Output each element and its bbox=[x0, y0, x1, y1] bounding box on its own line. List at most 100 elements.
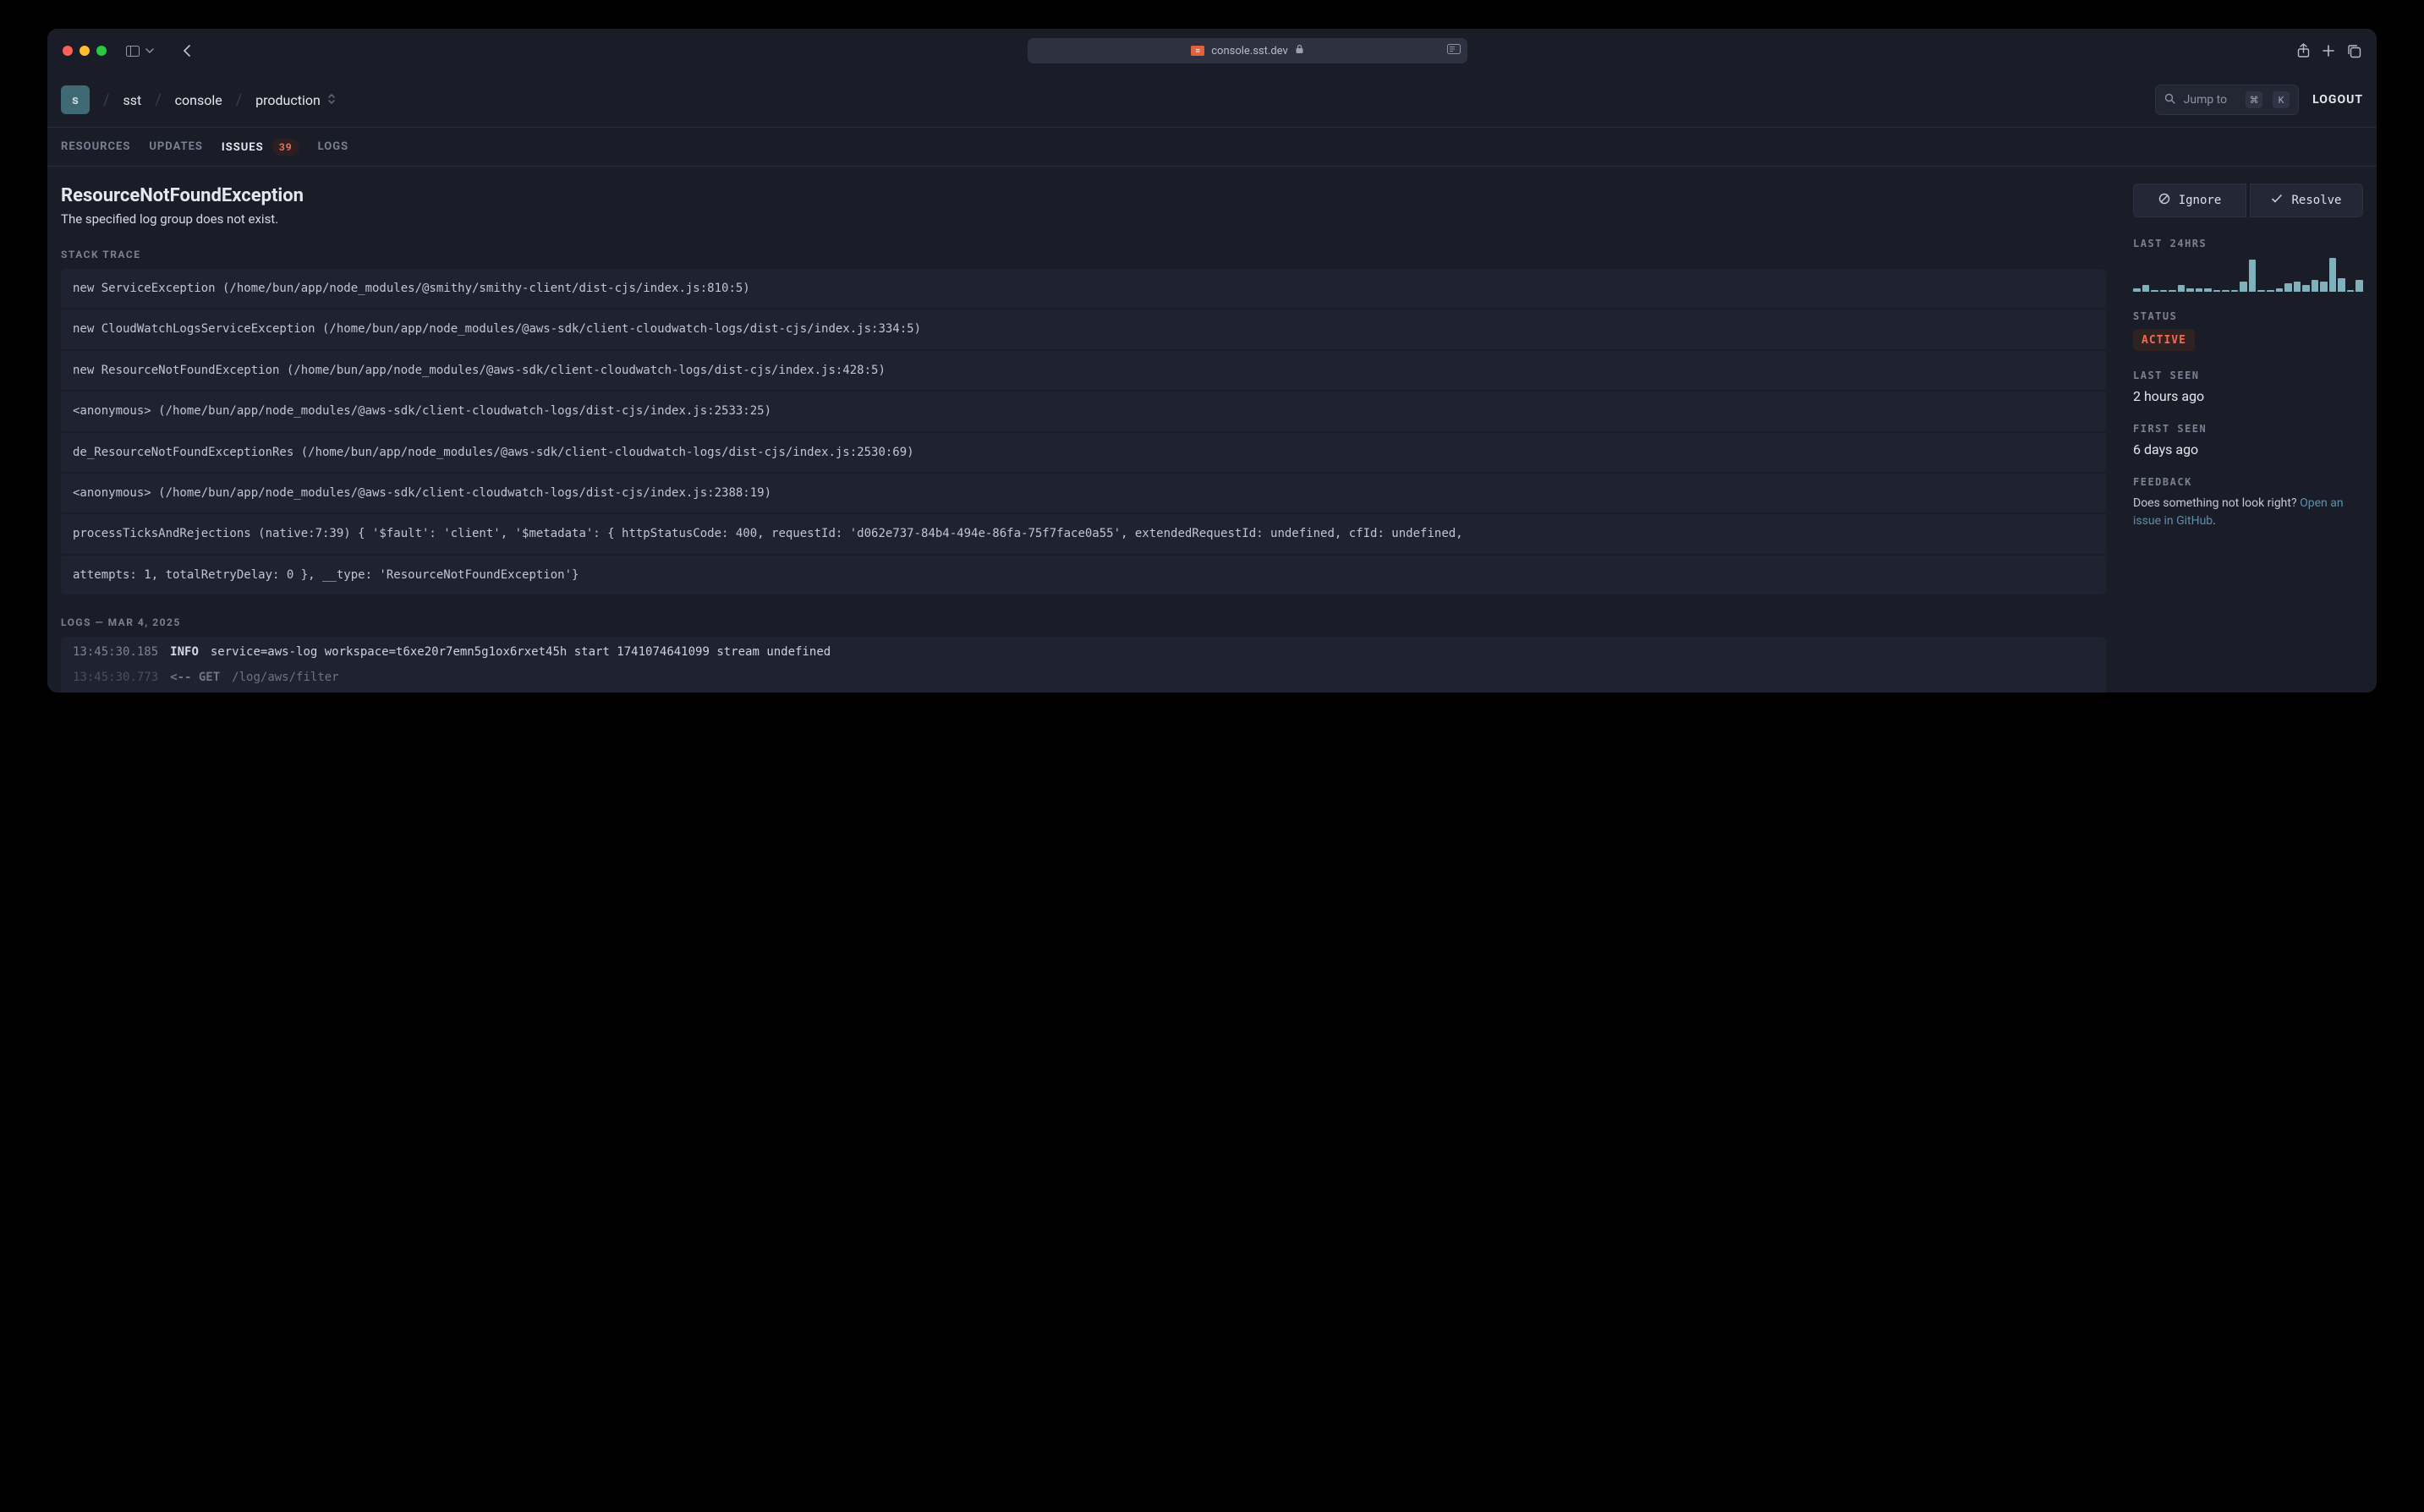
kbd-cmd: ⌘ bbox=[2246, 91, 2262, 108]
tabs-overview-icon[interactable] bbox=[2347, 44, 2361, 58]
log-line: 13:45:30.185 INFO service=aws-log workspac… bbox=[73, 645, 2094, 659]
crumb-sep: / bbox=[103, 91, 109, 109]
back-icon[interactable] bbox=[176, 40, 198, 62]
first-seen-label: FIRST SEEN bbox=[2133, 423, 2363, 435]
resolve-button[interactable]: Resolve bbox=[2250, 184, 2363, 217]
share-icon[interactable] bbox=[2297, 43, 2310, 58]
last24-sparkline bbox=[2133, 256, 2363, 292]
side-panel: Ignore Resolve LAST 24HRS STATUS AC bbox=[2120, 167, 2377, 693]
tab-issues[interactable]: ISSUES 39 bbox=[222, 139, 299, 156]
logs-block: 13:45:30.185 INFO service=aws-log workspac… bbox=[61, 637, 2106, 693]
status-badge: ACTIVE bbox=[2133, 329, 2195, 351]
stack-trace-row[interactable]: <anonymous> (/home/bun/app/node_modules/… bbox=[61, 392, 2106, 430]
spark-bar bbox=[2284, 283, 2292, 292]
spark-bar bbox=[2142, 285, 2150, 292]
tab-resources[interactable]: RESOURCES bbox=[61, 140, 130, 153]
spark-bar bbox=[2178, 285, 2185, 292]
spark-bar bbox=[2355, 280, 2363, 292]
traffic-lights bbox=[63, 46, 107, 56]
spark-bar bbox=[2240, 282, 2247, 292]
chevron-updown-icon bbox=[327, 93, 336, 107]
spark-bar bbox=[2338, 278, 2345, 292]
log-timestamp: 13:45:30.773 bbox=[73, 671, 158, 684]
ignore-button[interactable]: Ignore bbox=[2133, 184, 2246, 217]
stack-trace-row[interactable]: attempts: 1, totalRetryDelay: 0 }, __typ… bbox=[61, 556, 2106, 594]
log-line: 13:45:30.773 <-- GET/log/aws/filter bbox=[73, 671, 2094, 684]
spark-bar bbox=[2160, 290, 2168, 292]
feedback-text: Does something not look right? Open an i… bbox=[2133, 495, 2363, 530]
jump-to-button[interactable]: Jump to ⌘ K bbox=[2155, 85, 2299, 115]
last-seen-label: LAST SEEN bbox=[2133, 370, 2363, 381]
crumb-org[interactable]: sst bbox=[123, 92, 141, 108]
kbd-k: K bbox=[2273, 91, 2290, 108]
browser-window: ≡ console.sst.dev bbox=[47, 29, 2377, 693]
window-minimize[interactable] bbox=[80, 46, 90, 56]
ignore-icon bbox=[2158, 193, 2170, 208]
stack-trace-row[interactable]: new ResourceNotFoundException (/home/bun… bbox=[61, 351, 2106, 390]
browser-titlebar: ≡ console.sst.dev bbox=[47, 29, 2377, 73]
lock-icon bbox=[1295, 44, 1304, 58]
feedback-label: FEEDBACK bbox=[2133, 476, 2363, 488]
spark-bar bbox=[2213, 290, 2221, 292]
log-level: INFO bbox=[170, 645, 199, 659]
reader-mode-icon[interactable] bbox=[1447, 44, 1461, 58]
ignore-label: Ignore bbox=[2179, 194, 2222, 207]
tab-updates[interactable]: UPDATES bbox=[149, 140, 203, 153]
spark-bar bbox=[2276, 288, 2284, 292]
tab-logs[interactable]: LOGS bbox=[318, 140, 348, 153]
url-bar[interactable]: ≡ console.sst.dev bbox=[1028, 38, 1467, 63]
stack-trace-row[interactable]: de_ResourceNotFoundExceptionRes (/home/b… bbox=[61, 433, 2106, 472]
status-label: STATUS bbox=[2133, 310, 2363, 322]
stack-trace-label: STACK TRACE bbox=[61, 249, 2106, 260]
tab-dropdown-icon[interactable] bbox=[139, 40, 161, 62]
crumb-sep: / bbox=[236, 91, 242, 109]
org-badge[interactable]: s bbox=[61, 85, 90, 114]
stack-trace-row[interactable]: <anonymous> (/home/bun/app/node_modules/… bbox=[61, 474, 2106, 512]
issue-subtitle: The specified log group does not exist. bbox=[61, 211, 2106, 227]
log-message: service=aws-log workspace=t6xe20r7emn5g1… bbox=[211, 645, 831, 659]
stack-trace-row[interactable]: new CloudWatchLogsServiceException (/hom… bbox=[61, 310, 2106, 348]
site-favicon-icon: ≡ bbox=[1191, 46, 1204, 56]
issues-count-badge: 39 bbox=[272, 139, 299, 156]
url-host: console.sst.dev bbox=[1211, 45, 1288, 58]
app-header: s / sst / console / production bbox=[47, 73, 2377, 128]
stack-trace-row[interactable]: processTicksAndRejections (native:7:39) … bbox=[61, 514, 2106, 553]
check-icon bbox=[2271, 193, 2283, 208]
search-icon bbox=[2164, 93, 2175, 107]
spark-bar bbox=[2347, 290, 2355, 292]
last24-label: LAST 24HRS bbox=[2133, 238, 2363, 249]
spark-bar bbox=[2133, 288, 2141, 292]
new-tab-icon[interactable] bbox=[2322, 44, 2335, 58]
spark-bar bbox=[2249, 260, 2257, 292]
spark-bar bbox=[2329, 258, 2337, 292]
spark-bar bbox=[2302, 285, 2310, 292]
jump-to-label: Jump to bbox=[2184, 93, 2227, 107]
logout-link[interactable]: LOGOUT bbox=[2312, 93, 2363, 107]
spark-bar bbox=[2294, 282, 2301, 292]
tab-issues-label: ISSUES bbox=[222, 141, 264, 154]
stack-trace: new ServiceException (/home/bun/app/node… bbox=[61, 269, 2106, 594]
spark-bar bbox=[2196, 288, 2203, 292]
crumb-stage[interactable]: production bbox=[255, 92, 336, 108]
spark-bar bbox=[2204, 288, 2212, 292]
log-message: /log/aws/filter bbox=[232, 671, 338, 684]
issue-title: ResourceNotFoundException bbox=[61, 185, 2106, 206]
last-seen-value: 2 hours ago bbox=[2133, 388, 2363, 404]
log-timestamp: 13:45:30.185 bbox=[73, 645, 158, 659]
tabs-bar: RESOURCES UPDATES ISSUES 39 LOGS bbox=[47, 128, 2377, 167]
main-content: ResourceNotFoundException The specified … bbox=[47, 167, 2120, 693]
feedback-prefix: Does something not look right? bbox=[2133, 496, 2300, 510]
spark-bar bbox=[2257, 290, 2265, 292]
window-close[interactable] bbox=[63, 46, 73, 56]
crumb-app[interactable]: console bbox=[175, 92, 222, 108]
spark-bar bbox=[2231, 290, 2239, 292]
stack-trace-row[interactable]: new ServiceException (/home/bun/app/node… bbox=[61, 269, 2106, 308]
spark-bar bbox=[2320, 282, 2328, 292]
spark-bar bbox=[2267, 290, 2274, 292]
window-maximize[interactable] bbox=[96, 46, 107, 56]
log-level: <-- GET bbox=[170, 671, 220, 684]
feedback-period: . bbox=[2213, 514, 2216, 528]
resolve-label: Resolve bbox=[2291, 194, 2341, 207]
spark-bar bbox=[2186, 288, 2194, 292]
spark-bar bbox=[2312, 280, 2319, 292]
